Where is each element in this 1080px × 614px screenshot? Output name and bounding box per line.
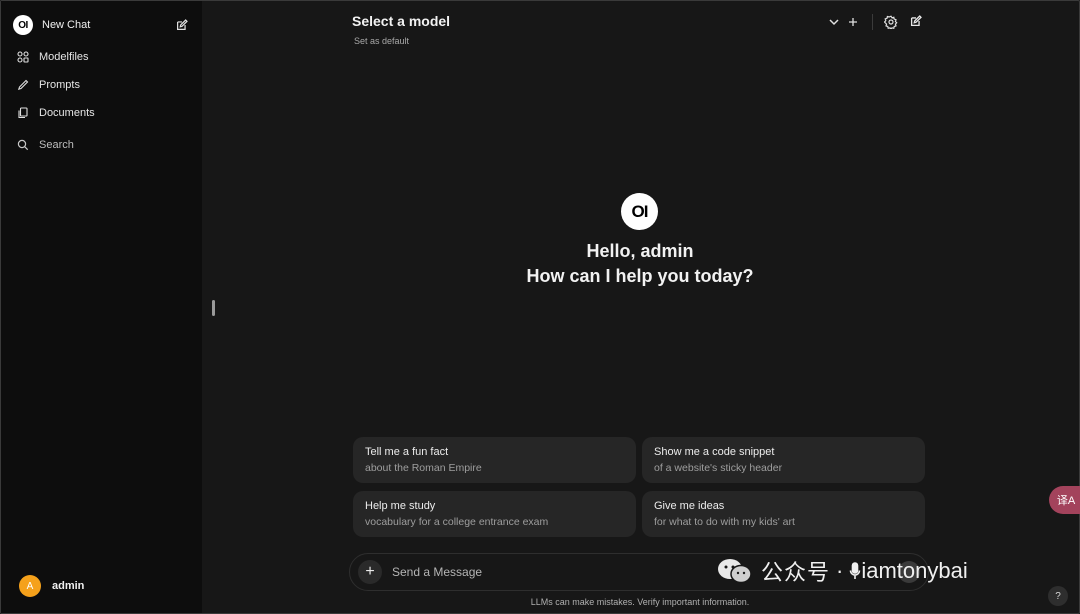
suggestion-card[interactable]: Show me a code snippet of a website's st… [642,437,925,483]
suggestion-title: Tell me a fun fact [365,446,449,458]
sidebar-item-label: Prompts [39,79,80,91]
model-selector[interactable]: Select a model [352,13,450,29]
suggestion-title: Show me a code snippet [654,446,775,458]
greeting-title: Hello, admin [586,241,694,261]
welcome-logo: OI [621,193,658,230]
new-chat-row[interactable]: OI New Chat [13,14,189,36]
app-logo: OI [13,15,33,35]
microphone-icon[interactable] [849,561,861,581]
translate-button[interactable]: 译A [1049,486,1080,514]
watermark-separator: · [836,558,844,583]
sidebar-item-label: Modelfiles [39,51,89,63]
user-name[interactable]: admin [52,580,84,592]
suggestion-subtitle: about the Roman Empire [365,462,482,474]
sidebar-item-documents[interactable]: Documents [17,104,95,122]
sidebar-item-prompts[interactable]: Prompts [17,76,80,94]
suggestion-subtitle: of a website's sticky header [654,462,783,474]
sidebar-item-label: Documents [39,107,95,119]
suggestion-subtitle: vocabulary for a college entrance exam [365,516,549,528]
message-input[interactable] [392,565,692,579]
header-divider [872,14,873,30]
disclaimer-text: LLMs can make mistakes. Verify important… [530,597,750,607]
suggestion-card[interactable]: Tell me a fun fact about the Roman Empir… [353,437,636,483]
gear-icon[interactable] [884,15,898,29]
modelfiles-icon [17,51,29,63]
avatar[interactable]: A [19,575,41,597]
help-button[interactable]: ? [1048,586,1068,606]
set-default-link[interactable]: Set as default [354,36,409,46]
attach-plus-button[interactable]: + [358,560,382,584]
suggestion-card[interactable]: Give me ideas for what to do with my kid… [642,491,925,537]
user-menu[interactable]: A admin [19,575,84,597]
new-chat-icon[interactable] [909,14,923,28]
sidebar: OI New Chat Modelfiles Prompts Documents… [1,1,202,613]
pencil-icon [17,79,29,91]
sidebar-resize-handle[interactable] [212,300,215,316]
watermark-handle: iamtonybai [861,558,968,583]
suggestion-title: Give me ideas [654,500,725,512]
documents-icon [18,107,28,119]
wechat-icon [718,559,752,584]
suggestion-subtitle: for what to do with my kids' art [654,516,795,528]
new-chat-edit-icon[interactable] [175,18,189,32]
suggestion-title: Help me study [365,500,436,512]
watermark-text: 公众号 [761,560,831,585]
new-chat-label[interactable]: New Chat [42,19,90,31]
sidebar-item-modelfiles[interactable]: Modelfiles [17,48,89,66]
chevron-down-icon[interactable] [827,15,841,29]
add-model-icon[interactable] [846,15,860,29]
search-label[interactable]: Search [39,139,74,151]
search-icon [17,139,29,151]
sidebar-search[interactable]: Search [17,136,74,154]
greeting-subtitle: How can I help you today? [526,266,754,286]
watermark: 公众号 · iamtonybai [717,556,968,586]
suggestion-card[interactable]: Help me study vocabulary for a college e… [353,491,636,537]
